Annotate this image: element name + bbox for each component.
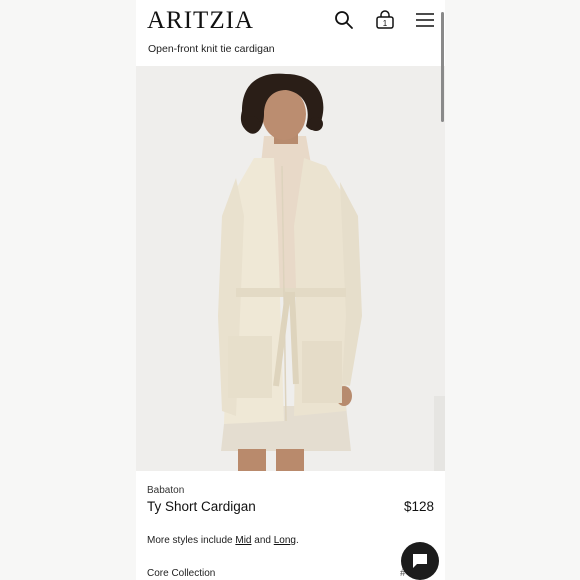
model-in-cardigan-illustration: [136, 66, 445, 471]
product-name: Ty Short Cardigan: [147, 499, 256, 514]
search-icon[interactable]: [334, 10, 354, 30]
bag-count: 1: [383, 19, 388, 28]
more-styles-prefix: More styles include: [147, 535, 236, 546]
style-link-mid[interactable]: Mid: [235, 535, 251, 546]
collection-label: Core Collection: [147, 568, 216, 579]
product-image[interactable]: [136, 66, 445, 471]
shopping-bag-icon[interactable]: 1: [375, 10, 395, 30]
more-styles-and: and: [251, 535, 274, 546]
top-navigation-bar: ARITZIA 1: [136, 0, 445, 40]
hamburger-menu-icon[interactable]: [416, 12, 434, 28]
product-subtitle: Open-front knit tie cardigan: [148, 43, 275, 55]
more-styles-text: More styles include Mid and Long.: [147, 535, 299, 546]
phone-screen: ARITZIA 1 Open-front knit tie cardigan B…: [136, 0, 445, 580]
chat-bubble-icon: [413, 554, 427, 568]
product-brand[interactable]: Babaton: [147, 485, 184, 496]
aritzia-logo[interactable]: ARITZIA: [147, 7, 254, 35]
scrollbar[interactable]: [441, 12, 444, 122]
more-styles-suffix: .: [296, 535, 299, 546]
style-link-long[interactable]: Long: [274, 535, 296, 546]
chat-button[interactable]: [401, 542, 439, 580]
product-price: $128: [403, 499, 434, 514]
